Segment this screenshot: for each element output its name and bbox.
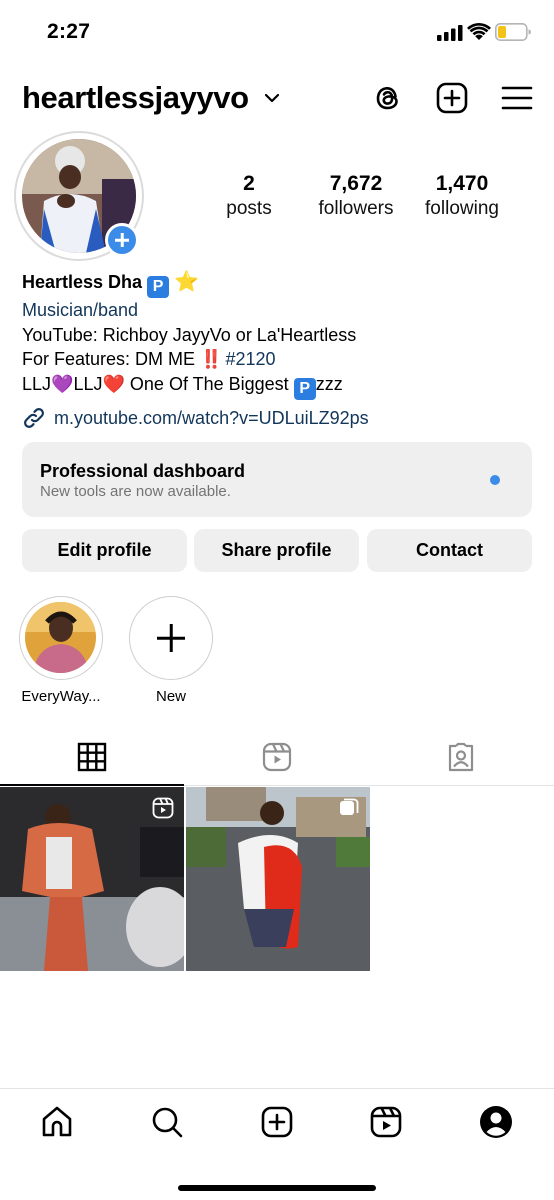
- bio-llj-text-1: LLJ: [22, 373, 52, 394]
- new-highlight-label: New: [155, 688, 186, 705]
- bio-features-text: For Features: DM ME: [22, 349, 196, 369]
- menu-icon[interactable]: [500, 81, 534, 115]
- followers-count-value: 7,672: [329, 172, 383, 195]
- reel-badge-icon: [152, 797, 174, 819]
- tab-posts-grid[interactable]: [0, 736, 184, 786]
- create-icon[interactable]: [260, 1105, 294, 1139]
- highlight-cover: [25, 602, 96, 673]
- profile-bio: Heartless Dha P ⭐ Musician/band YouTube:…: [22, 270, 532, 430]
- threads-icon[interactable]: [371, 81, 405, 115]
- posts-count-value: 2: [243, 172, 255, 195]
- bio-link-text[interactable]: m.youtube.com/watch?v=UDLuiLZ92ps: [54, 406, 369, 431]
- profile-name: Heartless Dha: [22, 272, 143, 292]
- followers-count-label: followers: [318, 198, 394, 219]
- profile-header: heartlessjayyvo: [0, 78, 554, 122]
- story-highlight[interactable]: EveryWay...: [17, 596, 105, 705]
- create-post-icon[interactable]: [435, 81, 469, 115]
- purple-heart-emoji: 💜: [51, 373, 74, 394]
- followers-count[interactable]: 7,672 followers: [306, 172, 406, 222]
- new-highlight-ring: [129, 596, 213, 680]
- posts-count[interactable]: 2 posts: [214, 172, 284, 222]
- bio-llj-text-2: LLJ: [73, 373, 103, 394]
- following-count-label: following: [425, 198, 499, 219]
- bio-line-youtube: YouTube: Richboy JayyVo or La'Heartless: [22, 324, 357, 345]
- new-indicator-dot: [490, 475, 500, 485]
- parking-emoji-2: P: [293, 377, 316, 400]
- search-icon[interactable]: [150, 1105, 184, 1139]
- cellular-signal-icon: [437, 25, 463, 41]
- bottom-navigation: [0, 1088, 554, 1200]
- bio-hashtag[interactable]: #2120: [225, 349, 275, 369]
- grid-icon: [77, 742, 107, 772]
- tab-tagged[interactable]: [369, 736, 553, 786]
- wifi-icon: [467, 22, 491, 40]
- bio-name-row: Heartless Dha P ⭐: [22, 270, 532, 298]
- home-indicator: [178, 1185, 376, 1191]
- chevron-down-icon[interactable]: [264, 92, 280, 104]
- profile-tabs: [0, 736, 554, 786]
- tagged-icon: [448, 742, 474, 772]
- following-count-value: 1,470: [435, 172, 489, 195]
- multiple-photos-icon: [340, 798, 359, 815]
- status-time: 2:27: [47, 20, 91, 43]
- share-profile-button[interactable]: Share profile: [194, 529, 359, 572]
- battery-icon: [495, 23, 531, 41]
- plus-icon: [169, 624, 173, 652]
- home-icon[interactable]: [40, 1105, 74, 1139]
- highlight-cover-ring: [19, 596, 103, 680]
- professional-dashboard[interactable]: Professional dashboard New tools are now…: [22, 442, 532, 517]
- bio-link[interactable]: m.youtube.com/watch?v=UDLuiLZ92ps: [22, 406, 532, 431]
- username-switcher[interactable]: heartlessjayyvo: [22, 80, 249, 116]
- reels-icon[interactable]: [369, 1105, 403, 1139]
- following-count[interactable]: 1,470 following: [413, 172, 511, 222]
- bio-line-features: For Features: DM ME ‼️ #2120: [22, 347, 532, 372]
- profile-icon[interactable]: [479, 1105, 513, 1139]
- reels-icon: [262, 742, 292, 772]
- posts-count-label: posts: [226, 198, 272, 219]
- bio-zzz-text: zzz: [315, 373, 343, 394]
- highlight-label: EveryWay...: [21, 688, 101, 705]
- contact-button[interactable]: Contact: [367, 529, 532, 572]
- bio-biggest-text: One Of The Biggest: [129, 373, 289, 394]
- dashboard-subtitle: New tools are now available.: [40, 483, 231, 500]
- link-icon: [24, 407, 44, 428]
- edit-profile-button[interactable]: Edit profile: [22, 529, 187, 572]
- new-highlight[interactable]: New: [127, 596, 215, 705]
- post-thumbnail[interactable]: [0, 787, 184, 971]
- post-thumbnail[interactable]: [186, 787, 370, 971]
- bio-line-llj: LLJ💜LLJ❤️ One Of The Biggest Pzzz: [22, 372, 532, 400]
- star-emoji: ⭐: [174, 271, 199, 293]
- double-exclamation-emoji: ‼️: [200, 349, 222, 369]
- red-heart-emoji: ❤️: [102, 373, 125, 394]
- tab-reels[interactable]: [185, 736, 369, 786]
- dashboard-title: Professional dashboard: [40, 461, 246, 481]
- status-bar: 2:27: [0, 0, 554, 66]
- profile-category[interactable]: Musician/band: [22, 298, 532, 323]
- add-story-button[interactable]: [105, 223, 139, 257]
- parking-emoji: P: [147, 276, 170, 298]
